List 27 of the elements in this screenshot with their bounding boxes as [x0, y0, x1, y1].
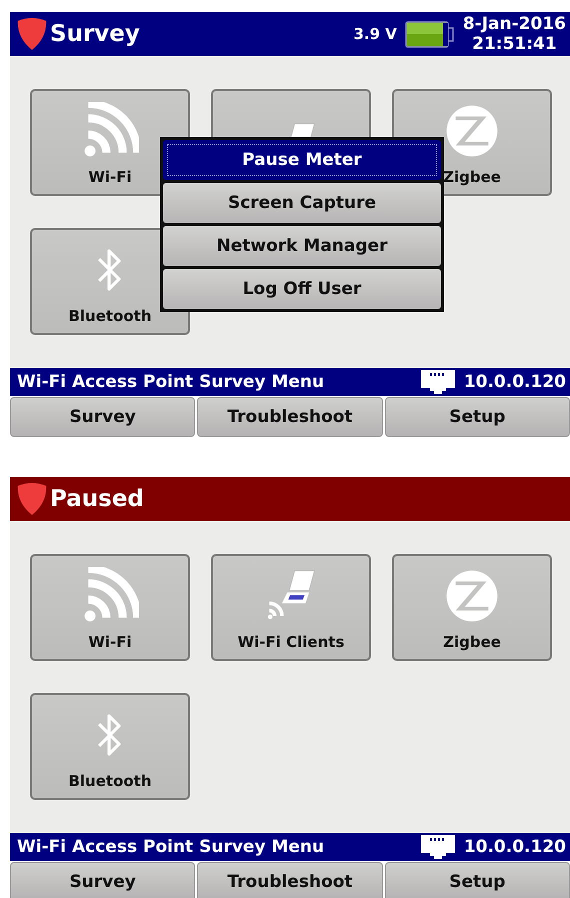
status-text: Wi-Fi Access Point Survey Menu: [17, 837, 324, 857]
tab-button[interactable]: Setup: [384, 397, 570, 437]
shield-logo-icon: [16, 17, 48, 51]
shield-logo-icon: [16, 482, 48, 516]
popup-menu-item[interactable]: Screen Capture: [163, 183, 441, 223]
status-text: Wi-Fi Access Point Survey Menu: [17, 372, 324, 392]
ip-address: 10.0.0.120: [464, 837, 566, 857]
tab-button[interactable]: Survey: [10, 862, 196, 898]
ip-address: 10.0.0.120: [464, 372, 566, 392]
menu-tile[interactable]: Wi-Fi Clients: [211, 554, 371, 661]
battery-icon: [404, 19, 455, 49]
screen-title: Paused: [50, 486, 144, 512]
tab-button[interactable]: Survey: [10, 397, 196, 437]
battery-voltage: 3.9 V: [353, 25, 397, 43]
menu-tile[interactable]: Wi-Fi: [30, 554, 190, 661]
tab-button[interactable]: Troubleshoot: [197, 397, 383, 437]
screen-title: Survey: [50, 21, 140, 47]
tab-button[interactable]: Troubleshoot: [197, 862, 383, 898]
menu-tile[interactable]: Bluetooth: [30, 693, 190, 800]
popup-menu-item[interactable]: Pause Meter: [163, 140, 441, 180]
menu-tile[interactable]: Wi-Fi: [30, 89, 190, 196]
popup-menu-item[interactable]: Log Off User: [163, 269, 441, 309]
menu-tile[interactable]: Zigbee: [392, 554, 552, 661]
date-text: 8-Jan-2016: [462, 14, 566, 34]
tab-button[interactable]: Setup: [384, 862, 570, 898]
popup-menu-item[interactable]: Network Manager: [163, 226, 441, 266]
time-text: 21:51:41: [472, 34, 557, 54]
